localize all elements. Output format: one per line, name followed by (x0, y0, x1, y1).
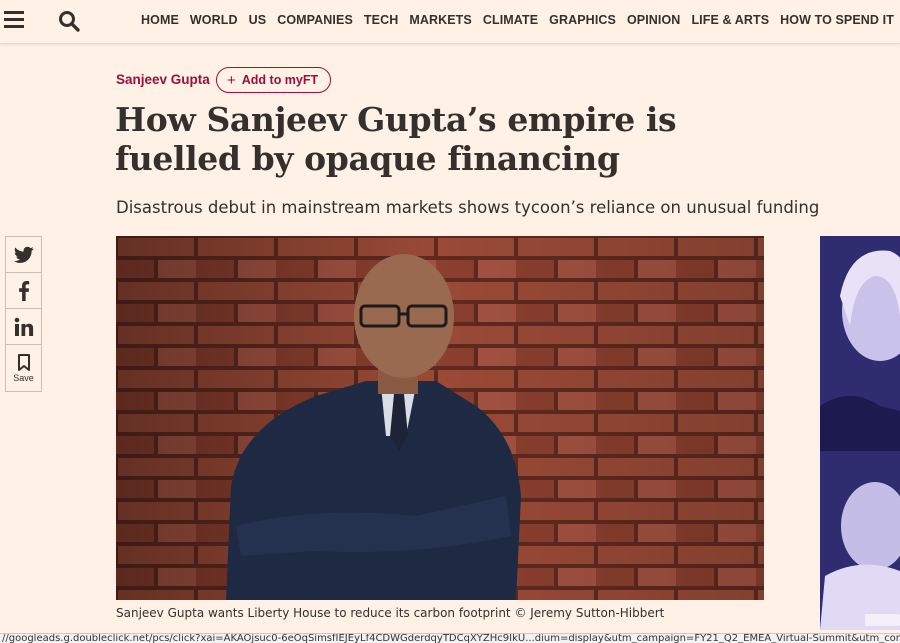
main-nav: HOME WORLD US COMPANIES TECH MARKETS CLI… (141, 13, 900, 27)
bookmark-icon (17, 353, 30, 371)
author-link[interactable]: Sanjeev Gupta (116, 72, 210, 87)
save-article-button[interactable]: Save (5, 344, 42, 392)
save-label: Save (13, 372, 34, 383)
nav-item-graphics[interactable]: GRAPHICS (549, 13, 616, 27)
nav-item-companies[interactable]: COMPANIES (277, 13, 353, 27)
share-twitter-button[interactable] (5, 236, 42, 272)
top-navigation-bar: HOME WORLD US COMPANIES TECH MARKETS CLI… (0, 0, 900, 44)
article-headline: How Sanjeev Gupta’s empire is fuelled by… (115, 100, 677, 178)
nav-item-tech[interactable]: TECH (364, 13, 398, 27)
article-standfirst: Disastrous debut in mainstream markets s… (116, 198, 820, 217)
nav-item-world[interactable]: WORLD (190, 13, 238, 27)
nav-item-how-to-spend-it[interactable]: HOW TO SPEND IT (780, 13, 894, 27)
plus-icon: + (227, 71, 236, 89)
add-to-myft-label: Add to myFT (241, 73, 319, 87)
share-linkedin-button[interactable] (5, 308, 42, 344)
share-rail: Save (5, 236, 42, 392)
nav-item-markets[interactable]: MARKETS (409, 13, 472, 27)
share-facebook-button[interactable] (5, 272, 42, 308)
linkedin-icon (14, 317, 33, 336)
nav-item-climate[interactable]: CLIMATE (483, 13, 538, 27)
nav-item-us[interactable]: US (249, 13, 267, 27)
nav-item-home[interactable]: HOME (141, 13, 179, 27)
side-advertisement[interactable] (820, 236, 900, 630)
twitter-icon (13, 246, 34, 263)
facebook-icon (18, 280, 29, 301)
add-to-myft-button[interactable]: + Add to myFT (216, 67, 332, 93)
nav-item-life-arts[interactable]: LIFE & ARTS (691, 13, 769, 27)
article-main-image (116, 236, 764, 600)
search-icon[interactable] (57, 9, 81, 33)
nav-item-opinion[interactable]: OPINION (627, 13, 680, 27)
image-caption: Sanjeev Gupta wants Liberty House to red… (116, 606, 665, 620)
hamburger-menu-icon[interactable] (4, 11, 24, 29)
browser-status-url: //googleads.g.doubleclick.net/pcs/click?… (0, 633, 900, 643)
